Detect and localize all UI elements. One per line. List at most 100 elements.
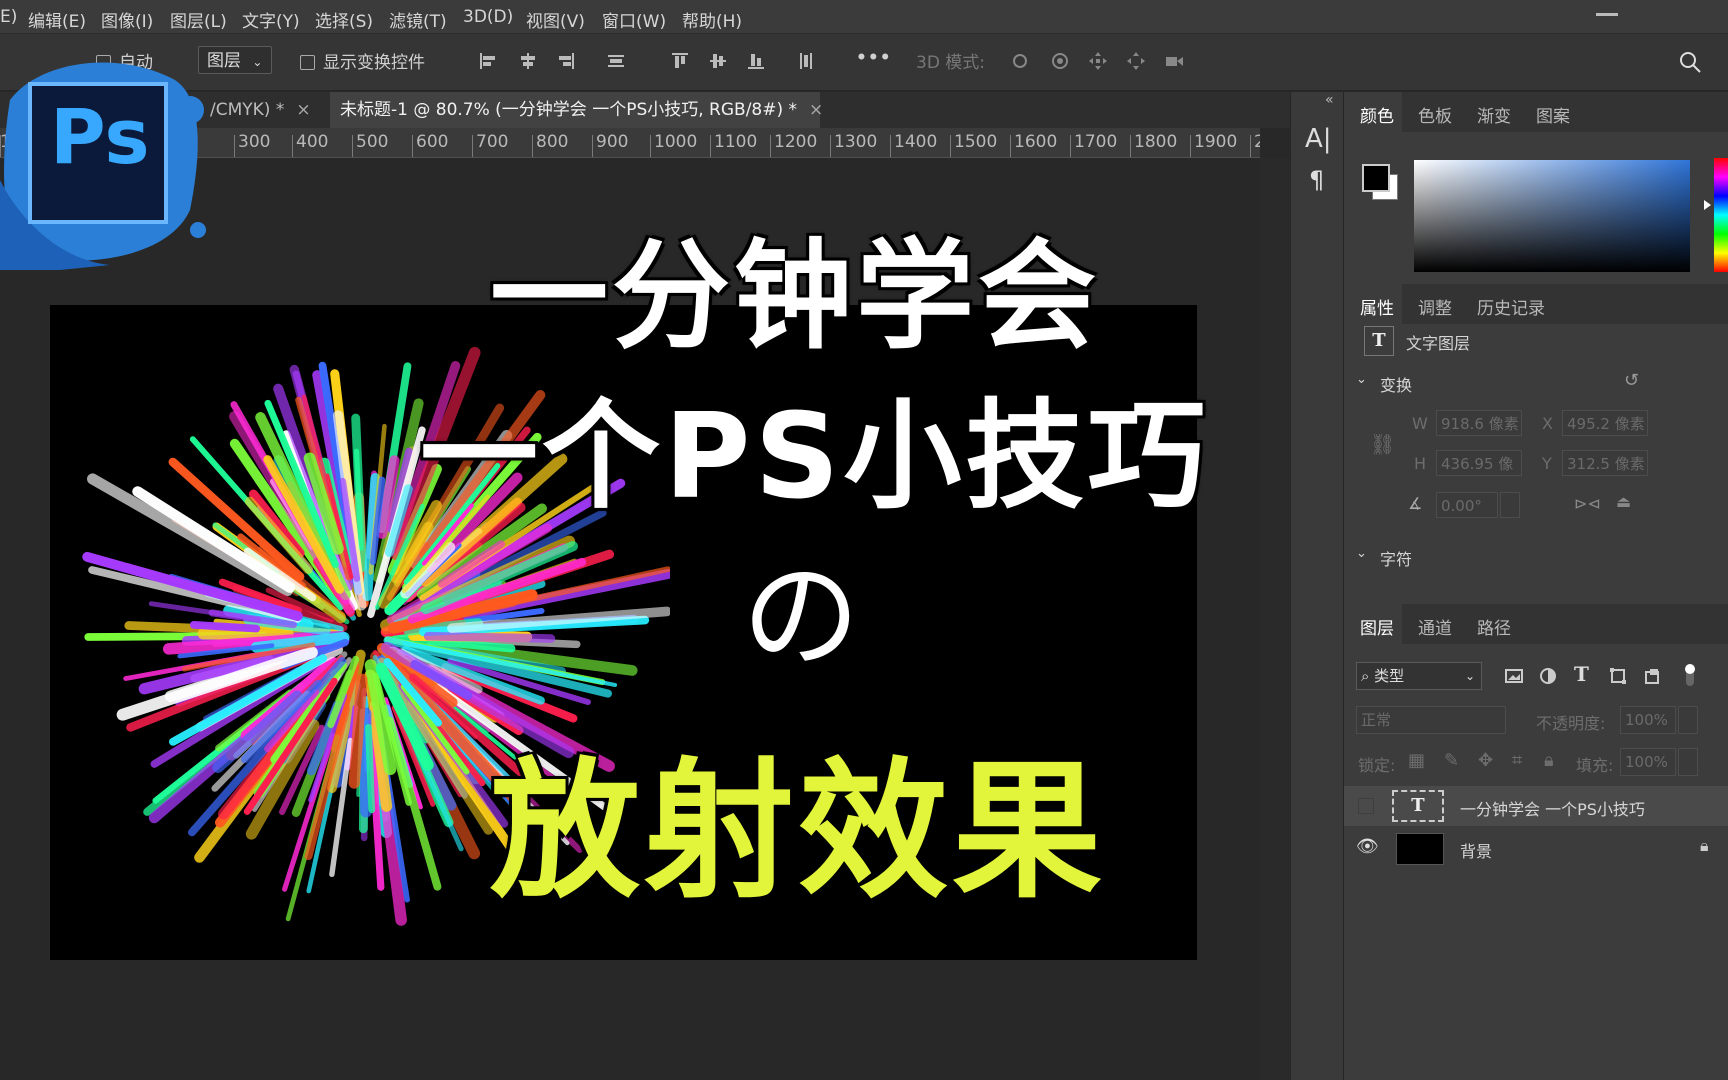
paragraph-panel-icon[interactable]: ¶ <box>1309 166 1324 194</box>
tab-channels[interactable]: 通道 <box>1418 614 1452 639</box>
menu-item-view[interactable]: 视图(V) <box>526 7 585 32</box>
vertical-scrollbar[interactable] <box>1260 158 1290 1080</box>
link-icon[interactable]: ⛓ <box>1370 432 1395 456</box>
ruler-label: 1600 <box>1014 132 1058 152</box>
color-picker-field[interactable] <box>1414 160 1690 272</box>
filter-shape-icon[interactable] <box>1608 666 1628 686</box>
filter-smart-object-icon[interactable] <box>1642 666 1662 686</box>
tab-cmyk-document[interactable]: /CMYK) * × <box>200 92 328 128</box>
tab-paths[interactable]: 路径 <box>1477 614 1511 639</box>
collapse-panels-button[interactable]: « <box>1325 92 1334 108</box>
slide-3d-icon[interactable] <box>1126 51 1146 71</box>
menu-item-3d[interactable]: 3D(D) <box>463 7 513 27</box>
layer-row-background[interactable]: 👁︎ 背景 🔒︎ <box>1344 828 1728 868</box>
fill-slider-button[interactable] <box>1678 748 1698 776</box>
tab-swatches[interactable]: 色板 <box>1418 102 1452 127</box>
options-bar: 自动 图层 ⌄ 显示变换控件 ••• 3D 模式: <box>0 34 1728 91</box>
lock-icon: 🔒︎ <box>1700 836 1709 855</box>
ruler-label: 900 <box>596 132 629 152</box>
align-right-icon[interactable] <box>556 51 576 71</box>
ruler-tick <box>1070 135 1071 157</box>
blend-mode-value: 正常 <box>1361 711 1392 729</box>
menu-item-image[interactable]: 图像(I) <box>101 7 153 32</box>
layer-name[interactable]: 一分钟学会 一个PS小技巧 <box>1460 796 1645 820</box>
ruler-tick <box>1250 135 1251 157</box>
align-bottom-icon[interactable] <box>746 51 766 71</box>
more-options-button[interactable]: ••• <box>856 48 892 74</box>
filter-adjustment-icon[interactable] <box>1538 666 1558 686</box>
transform-section-header[interactable]: 变换 <box>1380 372 1412 396</box>
tab-history[interactable]: 历史记录 <box>1477 294 1545 319</box>
opacity-field[interactable]: 100% <box>1620 706 1676 734</box>
lock-position-icon[interactable]: ✥ <box>1478 750 1493 771</box>
roll-3d-icon[interactable] <box>1050 51 1070 71</box>
menu-item-help[interactable]: 帮助(H) <box>682 7 742 32</box>
orbit-3d-icon[interactable] <box>1010 51 1030 71</box>
search-icon[interactable] <box>1678 50 1702 74</box>
menu-item-type[interactable]: 文字(Y) <box>242 7 300 32</box>
layer-filter-dropdown[interactable]: ⌕ 类型 ⌄ <box>1356 662 1482 690</box>
tab-color[interactable]: 颜色 <box>1360 102 1394 127</box>
filter-type-icon[interactable]: T <box>1574 662 1589 686</box>
close-icon[interactable]: × <box>809 100 823 120</box>
hue-slider-handle[interactable] <box>1704 200 1711 210</box>
pan-3d-icon[interactable] <box>1088 51 1108 71</box>
angle-dropdown[interactable] <box>1500 492 1520 518</box>
height-field[interactable]: 436.95 像 <box>1436 450 1522 476</box>
tab-adjustments[interactable]: 调整 <box>1418 294 1452 319</box>
ruler-tick <box>592 135 593 157</box>
flip-horizontal-icon[interactable]: ⊳⊲ <box>1574 494 1601 513</box>
show-transform-checkbox[interactable]: 显示变换控件 <box>300 48 425 74</box>
distribute-v-icon[interactable] <box>796 51 816 71</box>
x-field[interactable]: 495.2 像素 <box>1562 410 1648 436</box>
tab-untitled-1[interactable]: 未标题-1 @ 80.7% (一分钟学会 一个PS小技巧, RGB/8#) * × <box>330 92 823 128</box>
ruler-label: 300 <box>238 132 271 152</box>
character-panel-icon[interactable]: A| <box>1305 124 1332 154</box>
ruler-tick <box>950 135 951 157</box>
foreground-color-swatch[interactable] <box>1362 164 1390 192</box>
tab-layers[interactable]: 图层 <box>1360 614 1394 639</box>
lock-all-icon[interactable]: 🔒︎ <box>1544 750 1554 771</box>
x-label: X <box>1542 414 1553 433</box>
tab-label: /CMYK) * <box>210 100 285 120</box>
y-field[interactable]: 312.5 像素 <box>1562 450 1648 476</box>
width-field[interactable]: 918.6 像素 <box>1436 410 1522 436</box>
tab-properties[interactable]: 属性 <box>1360 294 1394 319</box>
tab-gradients[interactable]: 渐变 <box>1477 102 1511 127</box>
blend-mode-dropdown[interactable]: 正常 <box>1356 706 1506 734</box>
chevron-down-icon[interactable]: ⌄ <box>1356 372 1367 387</box>
menu-item-file[interactable]: E) <box>0 7 17 27</box>
lock-image-icon[interactable]: ✎ <box>1444 750 1459 771</box>
lock-artboard-icon[interactable]: ⌗ <box>1512 750 1522 771</box>
menu-item-select[interactable]: 选择(S) <box>315 7 373 32</box>
align-top-icon[interactable] <box>670 51 690 71</box>
menu-item-window[interactable]: 窗口(W) <box>602 7 666 32</box>
fill-field[interactable]: 100% <box>1620 748 1676 776</box>
align-center-h-icon[interactable] <box>518 51 538 71</box>
menu-item-filter[interactable]: 滤镜(T) <box>389 7 447 32</box>
distribute-icon[interactable] <box>606 51 626 71</box>
reset-transform-icon[interactable]: ↺ <box>1624 370 1639 391</box>
tab-patterns[interactable]: 图案 <box>1536 102 1570 127</box>
filter-toggle[interactable] <box>1685 664 1695 686</box>
opacity-slider-button[interactable] <box>1678 706 1698 734</box>
minimize-button[interactable] <box>1596 13 1618 16</box>
layer-row-text[interactable]: T 一分钟学会 一个PS小技巧 <box>1344 786 1728 826</box>
lock-transparent-icon[interactable]: ▦ <box>1408 750 1425 771</box>
character-section-header[interactable]: 字符 <box>1380 546 1412 570</box>
close-icon[interactable]: × <box>296 100 310 120</box>
menu-item-layer[interactable]: 图层(L) <box>170 7 227 32</box>
menu-item-edit[interactable]: 编辑(E) <box>28 7 86 32</box>
align-left-icon[interactable] <box>478 51 498 71</box>
ruler-label: 1700 <box>1074 132 1118 152</box>
flip-vertical-icon[interactable]: ⏏ <box>1616 492 1631 511</box>
visibility-toggle-hidden[interactable] <box>1358 798 1374 814</box>
eye-icon[interactable]: 👁︎ <box>1356 836 1379 857</box>
filter-pixel-icon[interactable] <box>1504 666 1524 686</box>
hue-slider[interactable] <box>1714 158 1728 272</box>
layer-name[interactable]: 背景 <box>1460 838 1492 862</box>
video-camera-3d-icon[interactable] <box>1164 51 1184 71</box>
align-middle-v-icon[interactable] <box>708 51 728 71</box>
angle-field[interactable]: 0.00° <box>1436 492 1498 518</box>
chevron-down-icon[interactable]: ⌄ <box>1356 546 1367 561</box>
